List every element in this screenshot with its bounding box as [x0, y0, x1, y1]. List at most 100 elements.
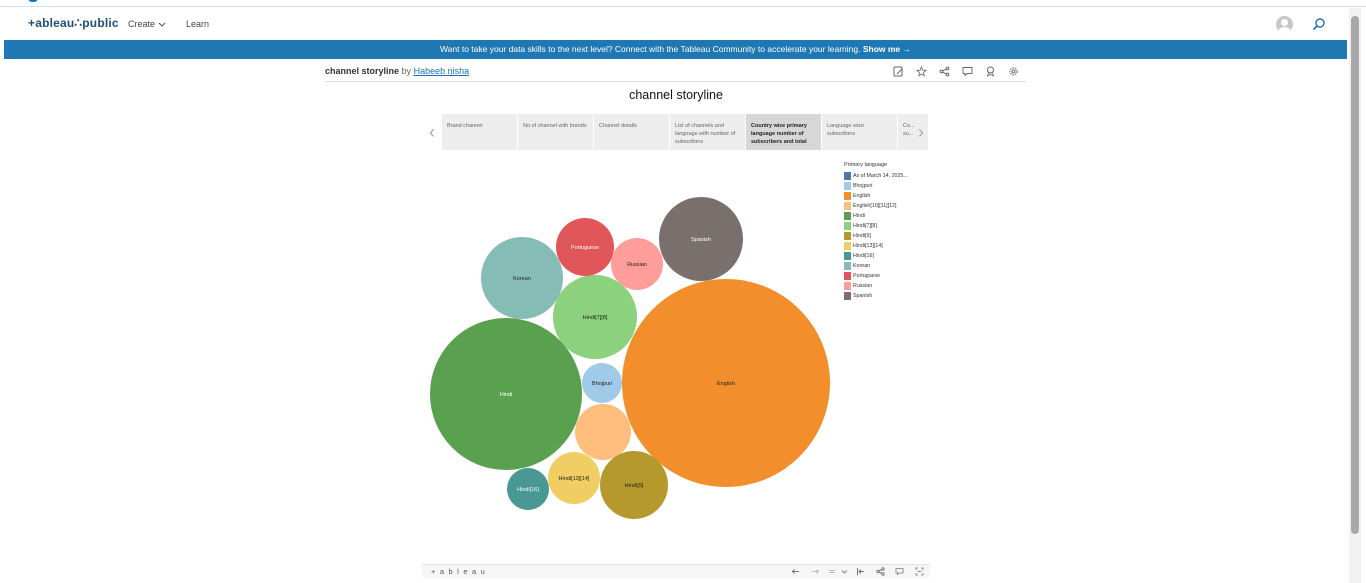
legend-item[interactable]: Hindi[9] [844, 231, 928, 241]
legend: Primary language As of March 14, 2025...… [844, 162, 928, 301]
legend-swatch [844, 262, 851, 270]
community-banner: Want to take your data skills to the nex… [4, 40, 1347, 59]
legend-label: Bhojpuri [853, 183, 873, 189]
fullscreen-icon[interactable] [915, 567, 924, 576]
learn-link[interactable]: Learn [186, 19, 209, 29]
legend-label: Hindi[7][8] [853, 223, 877, 229]
avatar[interactable] [1276, 16, 1293, 33]
bubble-label: Portuguese [571, 245, 599, 251]
undo-icon[interactable] [791, 567, 800, 576]
legend-swatch [844, 252, 851, 260]
story-point-tab[interactable]: No of channel with brands [518, 114, 593, 150]
story-point-tab[interactable]: Language wize subscribers [822, 114, 897, 150]
story-prev-arrow[interactable]: ‹ [425, 122, 439, 143]
comment-icon[interactable] [962, 66, 973, 77]
bubble-label: Russian [627, 262, 647, 268]
legend-swatch [844, 192, 851, 200]
legend-label: Korean [853, 263, 871, 269]
bubble-label: Hindi[7][8] [583, 315, 608, 321]
legend-label: Hindi[13][14] [853, 243, 883, 249]
bubble-label: Korean [513, 276, 531, 282]
viz-toolbar: + a b l e a u [422, 564, 930, 578]
legend-title: Primary language [844, 162, 888, 168]
story-point-tab[interactable]: Country wize primary language number of … [746, 114, 821, 150]
salesforce-logo[interactable] [28, 0, 72, 6]
legend-label: Hindi [853, 213, 866, 219]
salesforce-strip [0, 0, 1366, 7]
salesforce-cloud-icon [28, 0, 38, 2]
show-me-link[interactable]: Show me → [863, 44, 911, 54]
legend-item[interactable]: Hindi[13][14] [844, 241, 928, 251]
revert-dropdown-icon[interactable] [840, 567, 849, 576]
legend-swatch [844, 202, 851, 210]
legend-item[interactable]: Hindi[7][8] [844, 221, 928, 231]
bubble-label: Bhojpuri [592, 381, 612, 387]
story-next-arrow[interactable]: › [914, 122, 928, 143]
legend-item[interactable]: Bhojpuri [844, 181, 928, 191]
banner-text: Want to take your data skills to the nex… [439, 44, 861, 54]
legend-label: Portuguese [853, 273, 881, 279]
bubble-label: Hindi[16] [517, 487, 539, 493]
scrollbar-thumb[interactable] [1351, 16, 1359, 534]
viz-header: channel storyline by Habeeb nisha [325, 62, 1026, 82]
legend-swatch [844, 272, 851, 280]
story-point-tab[interactable]: List of channels and language with numbe… [670, 114, 745, 150]
legend-label: English [853, 193, 871, 199]
story-point-tab[interactable]: Channel details [594, 114, 669, 150]
create-menu-label: Create [128, 19, 156, 29]
legend-label: Hindi[16] [853, 253, 874, 259]
legend-item[interactable]: Hindi[16] [844, 251, 928, 261]
viz-title: channel storyline [325, 66, 400, 76]
legend-label: As of March 14, 2025... [853, 173, 908, 179]
bubble-label: Hindi [500, 392, 513, 398]
story-navigator: ‹ Brand channel No of channel with brands… [425, 114, 930, 150]
toolbar-comment-icon[interactable] [895, 567, 904, 576]
story-point-tab[interactable]: Brand channel [442, 114, 517, 150]
legend-label: English[10][11][12] [853, 203, 897, 209]
award-icon[interactable] [985, 66, 996, 77]
legend-swatch [844, 222, 851, 230]
legend-label: Hindi[9] [853, 233, 871, 239]
toolbar-share-icon[interactable] [876, 567, 885, 576]
legend-swatch [844, 212, 851, 220]
legend-swatch [844, 182, 851, 190]
revert-icon[interactable] [828, 567, 837, 576]
story-title: channel storyline [629, 88, 723, 102]
favorite-star-icon[interactable] [916, 66, 927, 77]
chevron-down-icon [158, 22, 165, 27]
search-icon[interactable] [1312, 17, 1326, 31]
viz-by-text: by [401, 66, 412, 76]
author-link[interactable]: Habeeb nisha [414, 66, 470, 76]
legend-swatch [844, 292, 851, 300]
settings-gear-icon[interactable] [1008, 66, 1019, 77]
bubble-label: Spanish [691, 237, 711, 243]
legend-swatch [844, 242, 851, 250]
legend-label: Spanish [853, 293, 873, 299]
bubble-label: Hindi[13][14] [559, 476, 590, 482]
create-menu[interactable]: Create [128, 19, 166, 29]
top-navigation: +ableau∴public Create Learn [4, 8, 1347, 40]
legend-swatch [844, 232, 851, 240]
viz-title-line: channel storyline by Habeeb nisha [325, 66, 469, 76]
legend-item[interactable]: Korean [844, 261, 928, 271]
tableau-public-logo[interactable]: +ableau∴public [28, 16, 119, 30]
redo-icon[interactable] [811, 567, 820, 576]
legend-item[interactable]: Spanish [844, 291, 928, 301]
page-scrollbar[interactable] [1349, 8, 1361, 583]
legend-label: Russian [853, 283, 873, 289]
reset-icon[interactable] [856, 567, 865, 576]
tableau-toolbar-logo[interactable]: + a b l e a u [431, 567, 486, 576]
legend-swatch [844, 282, 851, 290]
legend-item[interactable]: Hindi [844, 211, 928, 221]
legend-item[interactable]: English[10][11][12] [844, 201, 928, 211]
edit-icon[interactable] [893, 66, 904, 77]
legend-item[interactable]: Russian [844, 281, 928, 291]
bubble-label: English [717, 381, 735, 387]
legend-item[interactable]: Portuguese [844, 271, 928, 281]
share-icon[interactable] [939, 66, 950, 77]
bubble-mark[interactable] [575, 404, 631, 460]
legend-item[interactable]: English [844, 191, 928, 201]
legend-item[interactable]: As of March 14, 2025... [844, 171, 928, 181]
bubble-label: Hindi[9] [625, 483, 644, 489]
legend-swatch [844, 172, 851, 180]
